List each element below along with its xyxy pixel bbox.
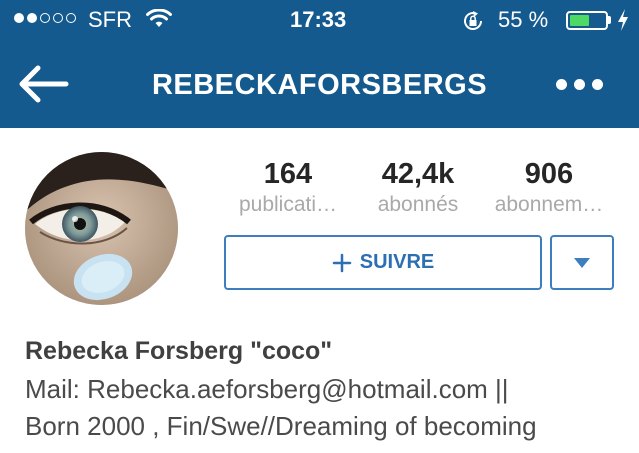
battery-level-fill [570, 15, 589, 26]
followers-count: 42,4k [381, 158, 455, 190]
profile-avatar[interactable] [25, 152, 178, 305]
wifi-icon [146, 9, 172, 27]
stat-following[interactable]: 906 abonnem… [484, 158, 614, 217]
follow-label: SUIVRE [359, 251, 435, 273]
navigation-bar: REBECKAFORSBERGS [0, 42, 639, 128]
following-count: 906 [524, 158, 574, 190]
battery-percent: 55 % [498, 7, 549, 32]
charging-bolt-icon [618, 9, 628, 31]
follow-button[interactable]: SUIVRE [224, 235, 542, 290]
bio-line-1: Mail: Rebecka.aeforsberg@hotmail.com || [25, 374, 509, 404]
app-header: SFR 17:33 55 % REBECKAFORSBERGS [0, 0, 639, 128]
battery-icon [566, 11, 608, 30]
battery-tip [608, 16, 611, 24]
plus-icon [332, 253, 352, 272]
profile-display-name: Rebecka Forsberg "coco" [25, 337, 333, 365]
profile-username-title: REBECKAFORSBERGS [151, 68, 488, 101]
status-bar: SFR 17:33 55 % [0, 0, 639, 42]
more-dot [574, 78, 585, 90]
bio-line-2: Born 2000 , Fin/Swe//Dreaming of becomin… [25, 411, 537, 441]
rotation-lock-icon [464, 11, 483, 30]
posts-label: publicati… [238, 193, 338, 216]
more-options-button[interactable] [556, 72, 616, 96]
stat-followers[interactable]: 42,4k abonnés [366, 158, 470, 217]
followers-label: abonnés [377, 193, 459, 216]
following-label: abonnem… [494, 193, 604, 216]
more-dots-icon [556, 78, 567, 90]
clock: 17:33 [290, 7, 347, 32]
carrier-name: SFR [88, 7, 132, 32]
suggestions-dropdown-button[interactable] [550, 235, 614, 290]
stat-posts[interactable]: 164 publicati… [229, 158, 347, 217]
more-dot [592, 78, 603, 90]
posts-count: 164 [263, 158, 313, 190]
caret-down-icon [574, 257, 590, 268]
signal-strength-icon [14, 13, 76, 23]
avatar-image [25, 152, 178, 305]
